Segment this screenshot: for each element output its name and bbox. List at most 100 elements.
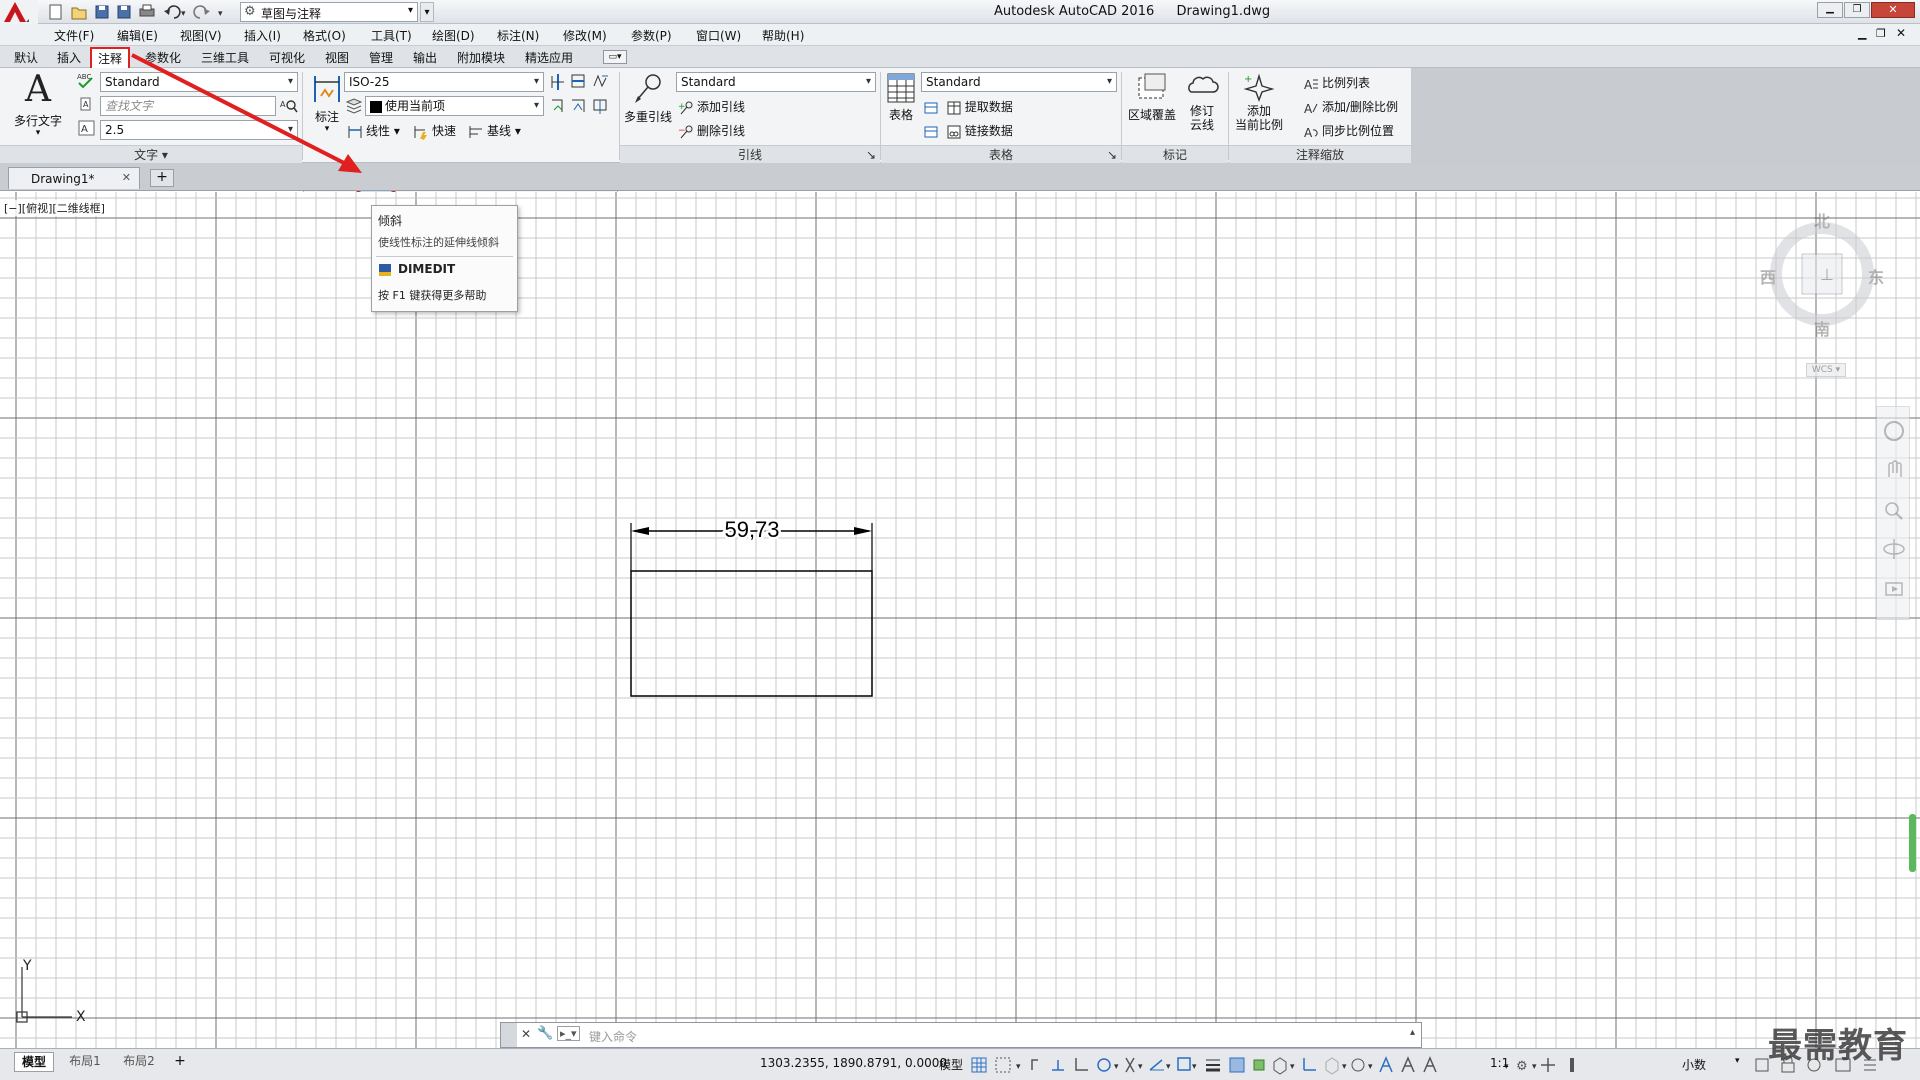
menu-draw[interactable]: 绘图(D) xyxy=(432,27,475,44)
isolate-objects-icon[interactable] xyxy=(1570,1058,1574,1072)
add-current-scale-button[interactable]: + 添加 当前比例 xyxy=(1233,72,1285,132)
text-height-dropdown[interactable]: 2.5 xyxy=(100,120,298,140)
coordinate-readout[interactable]: 1303.2355, 1890.8791, 0.0000 xyxy=(760,1056,947,1070)
dim-break-icon[interactable] xyxy=(571,74,585,88)
menu-file[interactable]: 文件(F) xyxy=(54,27,94,44)
dimension-text[interactable]: 59,73 xyxy=(722,515,782,545)
doc-close-button[interactable]: ✕ xyxy=(1896,26,1906,40)
tab-manage[interactable]: 管理 xyxy=(365,49,397,66)
grid-toggle-icon[interactable] xyxy=(971,1057,987,1073)
minimize-button[interactable]: ▁ xyxy=(1817,2,1843,18)
add-delete-scale-button[interactable]: A 添加/删除比例 xyxy=(1303,98,1398,116)
menu-view[interactable]: 视图(V) xyxy=(180,27,222,44)
menu-insert[interactable]: 插入(I) xyxy=(244,27,281,44)
compass-north[interactable]: 北 xyxy=(1814,208,1830,232)
command-line-handle[interactable] xyxy=(501,1023,517,1047)
tab-featured-apps[interactable]: 精选应用 xyxy=(521,49,577,66)
orbit-icon[interactable] xyxy=(1883,539,1905,559)
quick-dim-button[interactable]: 快速 xyxy=(413,122,456,140)
restore-button[interactable]: ❐ xyxy=(1844,2,1870,18)
tab-3d-tools[interactable]: 三维工具 xyxy=(197,49,253,66)
isodraft-icon[interactable] xyxy=(1125,1057,1135,1073)
dynamic-ucs-icon[interactable] xyxy=(1303,1058,1316,1071)
workspace-dropdown[interactable]: ⚙ 草图与注释 ▾ xyxy=(240,2,418,22)
zoom-extents-icon[interactable] xyxy=(1885,502,1903,520)
close-button[interactable]: ✕ xyxy=(1871,2,1915,18)
spell-check-icon[interactable]: ABC xyxy=(76,72,96,90)
menu-tools[interactable]: 工具(T) xyxy=(371,27,412,44)
jogged-linear-icon[interactable] xyxy=(552,99,563,112)
ortho-icon[interactable] xyxy=(1075,1058,1088,1071)
layout-tab-model[interactable]: 模型 xyxy=(14,1052,54,1072)
auto-scale-icon[interactable] xyxy=(1401,1056,1415,1073)
units-value[interactable]: 小数 xyxy=(1682,1056,1706,1073)
object-snap-icon[interactable] xyxy=(1177,1057,1191,1071)
table-group-label[interactable]: 表格 ↘ xyxy=(881,145,1121,163)
showmotion-icon[interactable] xyxy=(1885,582,1903,596)
command-input-placeholder[interactable]: 键入命令 xyxy=(589,1028,637,1045)
3d-osnap-icon[interactable] xyxy=(1273,1057,1287,1075)
rectangle-entity[interactable] xyxy=(630,570,873,697)
selection-cycling-icon[interactable] xyxy=(1253,1059,1265,1071)
save-icon[interactable] xyxy=(95,5,109,19)
command-history-icon[interactable]: ▸_▾ xyxy=(557,1026,580,1041)
wcs-menu[interactable]: WCS ▾ xyxy=(1806,363,1846,377)
compass-east[interactable]: 东 xyxy=(1868,264,1884,288)
save-as-icon[interactable] xyxy=(117,5,131,19)
scale-list-button[interactable]: A 比例列表 xyxy=(1303,74,1370,92)
tab-view[interactable]: 视图 xyxy=(321,49,353,66)
doc-minimize-button[interactable]: ▁ xyxy=(1858,27,1866,40)
polar-tracking-icon[interactable] xyxy=(1097,1058,1111,1072)
inspect-icon[interactable] xyxy=(593,74,608,88)
menu-parametric[interactable]: 参数(P) xyxy=(631,27,672,44)
annotation-scale-icon[interactable] xyxy=(1423,1056,1437,1073)
text-group-label[interactable]: 文字 ▾ xyxy=(0,145,302,163)
print-icon[interactable] xyxy=(139,4,155,17)
selection-filter-icon[interactable] xyxy=(1325,1057,1339,1075)
add-layout-button[interactable]: + xyxy=(170,1052,190,1072)
tab-visualize[interactable]: 可视化 xyxy=(265,49,309,66)
ribbon-minimize-button[interactable]: ▭▾ xyxy=(603,50,627,64)
revision-cloud-button[interactable]: 修订 云线 xyxy=(1180,72,1224,132)
quick-properties-icon[interactable] xyxy=(1755,1058,1769,1072)
table-style-dropdown[interactable]: Standard xyxy=(921,72,1117,92)
baseline-dim-button[interactable]: 基线 ▾ xyxy=(468,122,521,140)
units-dropdown-icon[interactable]: ▾ xyxy=(1735,1056,1740,1066)
menu-dimension[interactable]: 标注(N) xyxy=(497,27,539,44)
sync-scale-button[interactable]: A 同步比例位置 xyxy=(1303,122,1394,140)
vertical-scrollbar-thumb[interactable] xyxy=(1909,814,1916,872)
tab-annotate[interactable]: 注释 xyxy=(90,47,131,70)
doc-restore-button[interactable]: ❐ xyxy=(1876,27,1886,40)
text-style-dropdown[interactable]: Standard xyxy=(100,72,298,92)
menu-window[interactable]: 窗口(W) xyxy=(696,27,741,44)
update-dim-icon[interactable] xyxy=(572,99,585,112)
menu-help[interactable]: 帮助(H) xyxy=(762,27,804,44)
lineweight-icon[interactable] xyxy=(1206,1059,1220,1072)
dim-space-icon[interactable] xyxy=(551,74,564,90)
multileader-button[interactable]: 多重引线 xyxy=(622,72,674,125)
tab-default[interactable]: 默认 xyxy=(10,49,42,66)
annotation-scale-value[interactable]: 1:1 xyxy=(1490,1056,1509,1070)
pan-icon[interactable] xyxy=(1888,460,1902,477)
compass-west[interactable]: 西 xyxy=(1760,264,1776,288)
extract-data-button[interactable]: 提取数据 xyxy=(923,98,1013,116)
qat-customize-button[interactable]: ▾ xyxy=(420,2,434,22)
find-replace-icon[interactable]: A xyxy=(280,97,298,115)
remove-leader-button[interactable]: − 删除引线 xyxy=(678,122,745,140)
snap-toggle-icon[interactable] xyxy=(995,1057,1011,1073)
tab-parametric[interactable]: 参数化 xyxy=(141,49,185,66)
transparency-icon[interactable] xyxy=(1229,1057,1245,1073)
tab-output[interactable]: 输出 xyxy=(409,49,441,66)
tab-addins[interactable]: 附加模块 xyxy=(453,49,509,66)
tab-insert[interactable]: 插入 xyxy=(53,49,85,66)
object-snap-tracking-icon[interactable] xyxy=(1149,1059,1164,1071)
leader-style-dropdown[interactable]: Standard xyxy=(676,72,876,92)
workspace-switch-icon[interactable]: ⚙ xyxy=(1516,1059,1528,1074)
mtext-button[interactable]: A 多行文字 ▾ xyxy=(10,70,66,138)
find-text-input[interactable]: 查找文字 xyxy=(100,96,276,116)
link-data-button[interactable]: 链接数据 xyxy=(923,122,1013,140)
annotation-monitor-icon[interactable] xyxy=(1541,1058,1555,1072)
layout-tab-1[interactable]: 布局1 xyxy=(62,1052,108,1072)
reassociate-icon[interactable] xyxy=(593,99,607,114)
open-file-icon[interactable] xyxy=(71,7,87,20)
